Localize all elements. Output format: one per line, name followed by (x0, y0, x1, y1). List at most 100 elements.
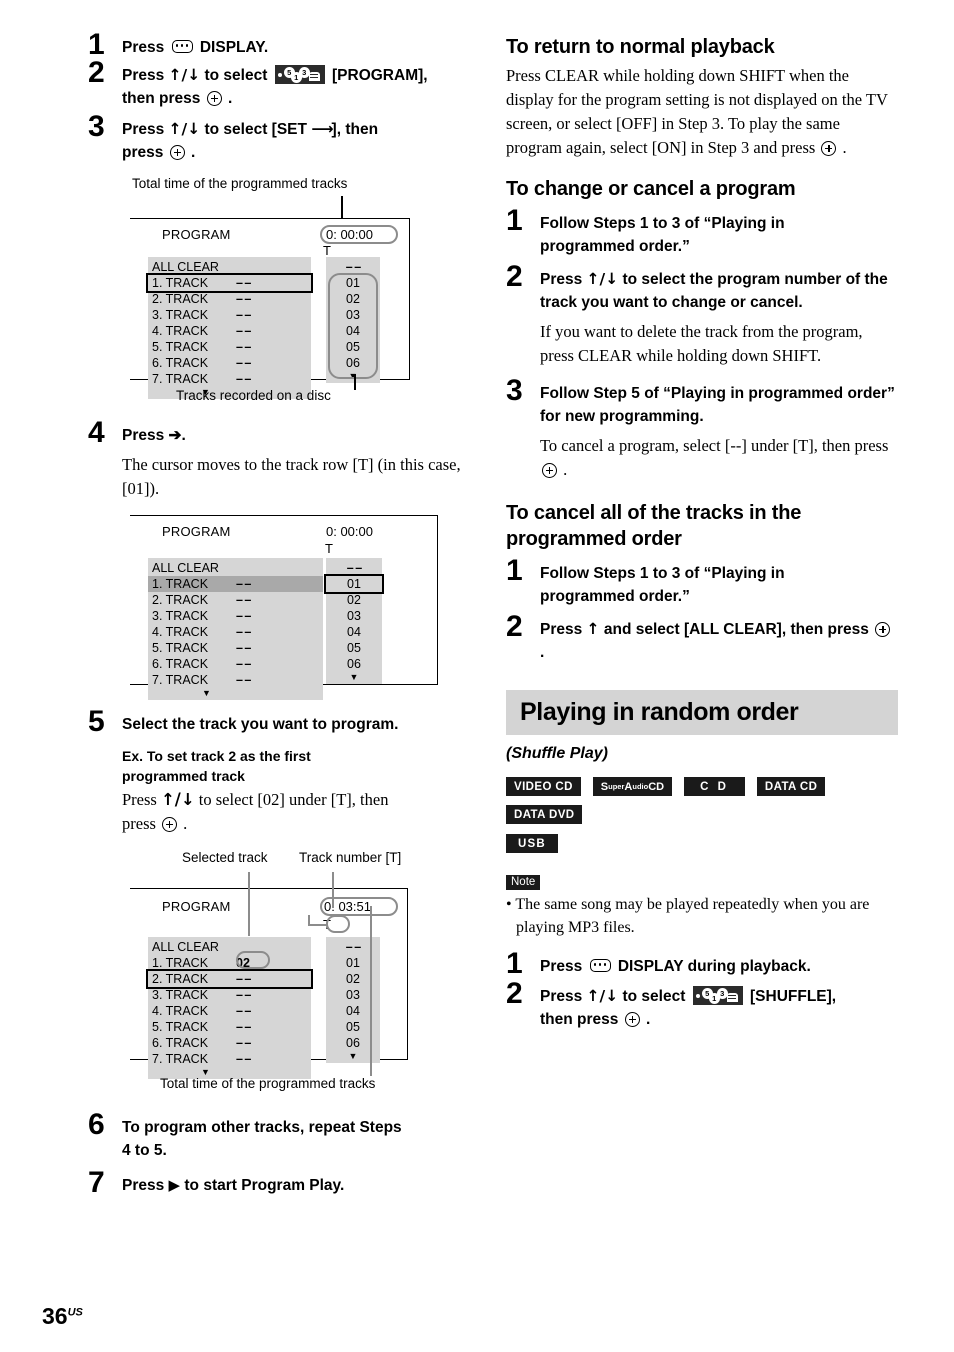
change-cancel-step-3: 3 Follow Step 5 of “Playing in programme… (506, 376, 898, 482)
osd-program-row[interactable]: 4. TRACK – – (148, 1003, 311, 1019)
osd-row-label: 2. TRACK (152, 292, 209, 306)
osd-track-item[interactable]: – – (326, 259, 380, 275)
osd-track-item[interactable]: 04 (326, 624, 382, 640)
osd-program-row[interactable]: 6. TRACK – – (148, 656, 323, 672)
cancel-all-step-2: 2 Press ↑ and select [ALL CLEAR], then p… (506, 612, 898, 664)
osd-program-row[interactable]: 1. TRACK – – (146, 273, 313, 293)
osd-track-item[interactable]: 02 (326, 291, 380, 307)
osd-program-row[interactable]: 2. TRACK – – (148, 592, 323, 608)
section-heading-return-normal: To return to normal playback (506, 36, 775, 58)
osd-program-row[interactable]: 5. TRACK – – (148, 640, 323, 656)
osd-program-row[interactable]: 5. TRACK – – (148, 339, 311, 355)
sh-s2-a: Press (540, 988, 587, 1005)
step-2-text-c: [PROGRAM], (327, 67, 428, 84)
osd-track-item[interactable]: 03 (326, 307, 380, 323)
cc-s3-note-a: To cancel a program, select [--] under [… (540, 436, 889, 455)
osd-program-row[interactable]: 7. TRACK – – (148, 371, 311, 387)
osd-row-value: – – (236, 577, 251, 591)
step-3-text-d: press (122, 144, 168, 161)
cancel-all-heading-line2: programmed order (506, 528, 682, 550)
cancel-all-step-1: 1 Follow Steps 1 to 3 of “Playing in prog… (506, 556, 898, 608)
osd-program-row[interactable]: 6. TRACK – – (148, 355, 311, 371)
osd-program-list: ALL CLEAR 1. TRACK – – 2. TRACK – – 3. TRA… (146, 257, 313, 399)
osd-program-row[interactable]: 2. TRACK – – (146, 969, 313, 989)
osd-row-label: 1. TRACK (152, 956, 209, 970)
osd-program-row[interactable]: 3. TRACK – – (148, 987, 311, 1003)
cc-s1-line2: programmed order.” (540, 238, 690, 255)
cancel-all-step-1-title: Follow Steps 1 to 3 of “Playing in progra… (540, 562, 898, 608)
osd-track-caret-icon[interactable]: ▼ (326, 371, 380, 383)
step-2-text-d: then press (122, 90, 205, 107)
sacd-uper: uper (608, 782, 625, 791)
sacd-a: A (624, 780, 633, 793)
osd-row-value: – – (236, 1036, 251, 1050)
osd-track-item[interactable]: 01 (324, 574, 384, 594)
osd-program-row[interactable]: 7. TRACK – – (148, 1051, 311, 1067)
osd-row-label: 6. TRACK (152, 1036, 209, 1050)
change-cancel-step-2: 2 Press ↑/↓ to select the program number… (506, 262, 898, 368)
shuffle-step-2-body: Press ↑/↓ to select 513 [SHUFFLE], then p… (540, 979, 898, 1031)
osd-row-value: – – (236, 988, 251, 1002)
step-3-number: 3 (88, 110, 105, 143)
osd-title: PROGRAM (162, 524, 231, 539)
osd-track-item[interactable]: 06 (326, 355, 380, 371)
figure-3-caption-right: Track number [T] (299, 850, 402, 865)
osd-row-label: 3. TRACK (152, 609, 209, 623)
step-6: 6 To program other tracks, repeat Steps 4… (88, 1110, 488, 1162)
osd-track-caret-icon[interactable]: ▼ (326, 672, 382, 684)
shuffle-step-2-title: Press ↑/↓ to select 513 [SHUFFLE], then p… (540, 985, 898, 1031)
osd-program-row[interactable]: 6. TRACK – – (148, 1035, 311, 1051)
return-normal-text-end: . (838, 138, 847, 157)
osd-track-item[interactable]: 03 (326, 608, 382, 624)
ca-s2-a: Press (540, 621, 587, 638)
change-cancel-step-2-note: If you want to delete the track from the… (540, 322, 863, 365)
osd-program-row[interactable]: 1. TRACK 02 (148, 955, 311, 971)
osd-track-item[interactable]: 04 (326, 323, 380, 339)
osd-row-label: 2. TRACK (152, 593, 209, 607)
osd-row-label: 4. TRACK (152, 324, 209, 338)
osd-track-item[interactable]: 02 (326, 592, 382, 608)
osd-track-item[interactable]: – – (326, 560, 382, 576)
osd-all-clear: ALL CLEAR (152, 561, 219, 575)
osd-track-item[interactable]: 01 (326, 275, 380, 291)
step-7-text-a: Press (122, 1177, 169, 1194)
change-cancel-step-1-body: Follow Steps 1 to 3 of “Playing in progra… (540, 206, 898, 258)
osd-row-value: – – (236, 1052, 251, 1066)
note-tag: Note (506, 875, 541, 890)
osd-title: PROGRAM (162, 227, 231, 242)
sacd-cd: CD (648, 780, 665, 793)
osd-row-label: 6. TRACK (152, 356, 209, 370)
osd-track-list: – – 01 02 03 04 05 06 ▼ (326, 257, 380, 383)
badge-super-audio-cd: Super Audio CD (592, 777, 673, 796)
figure-3-leader-tracknum (332, 872, 334, 908)
osd-program-row[interactable]: 3. TRACK – – (148, 608, 323, 624)
osd-program-row[interactable]: 7. TRACK – – (148, 672, 323, 688)
osd-scroll-caret-icon[interactable]: ▼ (148, 688, 323, 700)
sh-s1-a: Press (540, 958, 587, 975)
osd-program-row[interactable]: 4. TRACK – – (148, 624, 323, 640)
osd-program-row[interactable]: 3. TRACK – – (148, 307, 311, 323)
figure-3-caption-bottom: Total time of the programmed tracks (160, 1076, 376, 1091)
osd-track-item[interactable]: 05 (326, 339, 380, 355)
osd-track-item[interactable]: 05 (326, 640, 382, 656)
shuffle-step-1-number: 1 (506, 947, 523, 980)
banner-subtitle: (Shuffle Play) (506, 745, 608, 762)
step-3-text-e: . (186, 144, 196, 161)
osd-row-label: 2. TRACK (152, 972, 209, 986)
osd-program-row[interactable]: 2. TRACK – – (148, 291, 311, 307)
osd-program-row[interactable]: 1. TRACK – – (148, 576, 323, 592)
osd-row-label: 7. TRACK (152, 372, 209, 386)
program-icon: 513 (274, 65, 325, 84)
osd-program-list: ALL CLEAR 1. TRACK – – 2. TRACK – – 3. TRA… (148, 558, 323, 700)
osd-program-row[interactable]: 4. TRACK – – (148, 323, 311, 339)
osd-program-row[interactable]: 5. TRACK – – (148, 1019, 311, 1035)
figure-1-caption-top: Total time of the programmed tracks (132, 176, 348, 191)
osd-t-label: T (325, 541, 333, 556)
section-return-normal-body: Press CLEAR while holding down SHIFT whe… (506, 64, 898, 160)
osd-track-list: – – 01 02 03 04 05 06 ▼ (324, 558, 384, 684)
osd-track-item[interactable]: 06 (326, 656, 382, 672)
ca-s2-c: . (540, 644, 545, 661)
figure-3-osd: PROGRAM 0: 03:51 T ALL CLEAR 1. TRACK02 … (130, 888, 408, 1079)
section-heading-change-cancel: To change or cancel a program (506, 178, 796, 200)
step-5-body: Select the track you want to program. Ex… (122, 707, 488, 836)
